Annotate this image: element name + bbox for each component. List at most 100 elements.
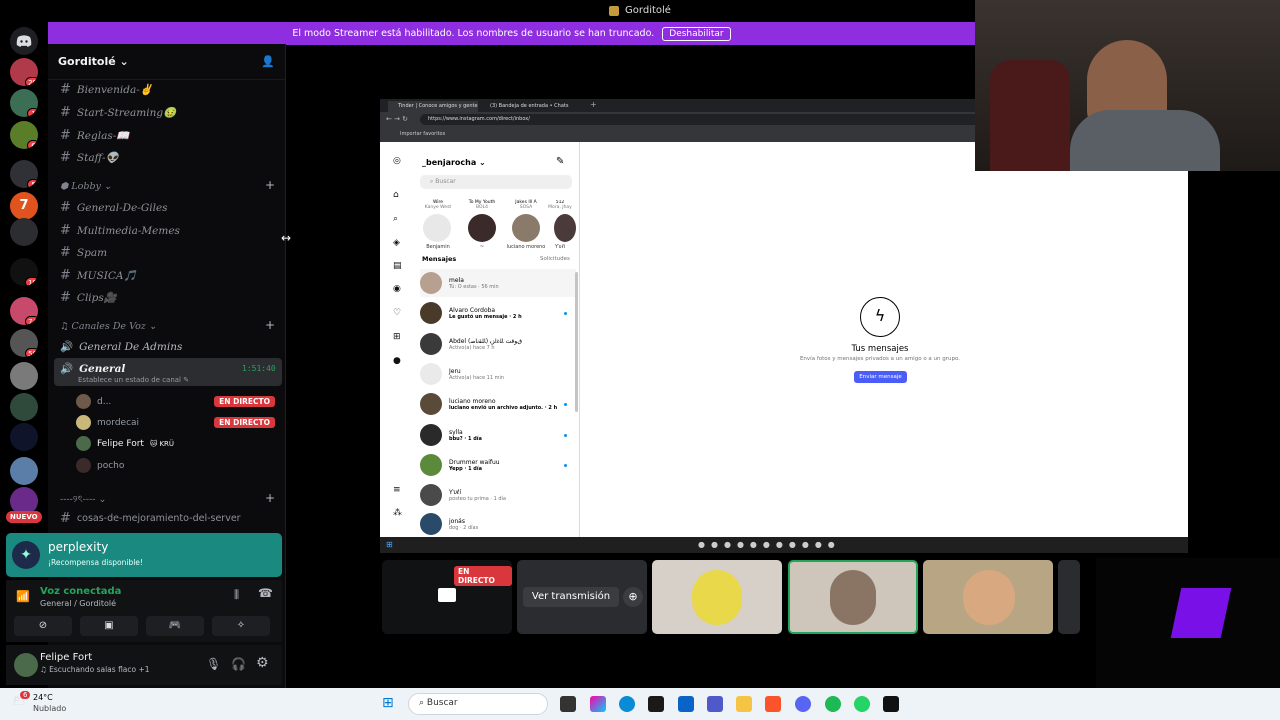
channel-item[interactable]: # Spam [60, 245, 107, 260]
channel-item[interactable]: # Reglas-📖 [60, 128, 129, 143]
server-icon[interactable] [10, 423, 38, 451]
create-icon[interactable]: ⊞ [393, 332, 401, 342]
profile-icon[interactable]: ● [393, 356, 401, 366]
voice-user[interactable]: pocho [76, 458, 124, 473]
category-misc[interactable]: ----୨ৎ---- ⌄ [60, 493, 106, 508]
microphone-icon[interactable]: 🎙 [206, 657, 221, 671]
perplexity-card[interactable]: ✦ perplexity ¡Recompensa disponible! [6, 533, 282, 577]
dm-item[interactable]: Abdel (ﺎﻠﻘﻧﺎﺻ) ﻕﻮﻗﺖ ﺎﻠﻏﺍﺰﻳ Activo(a) hace… [420, 330, 522, 358]
dm-item[interactable]: Drummer waifuu Yepp · 1 día [420, 451, 500, 479]
app-icon[interactable] [883, 696, 899, 712]
avatar[interactable] [423, 214, 451, 242]
category-voice[interactable]: ♫ Canales De Voz ⌄ [60, 321, 157, 332]
dm-item[interactable]: Jeru Activo(a) hace 11 min [420, 360, 504, 388]
stream-tile[interactable] [1058, 560, 1080, 634]
server-icon[interactable]: 19 [10, 258, 38, 286]
avatar[interactable] [14, 653, 38, 677]
channel-item[interactable]: # cosas-de-mejoramiento-del-server [60, 511, 241, 526]
outlook-icon[interactable] [678, 696, 694, 712]
category-lobby[interactable]: ⬢ Lobby ⌄ [60, 181, 112, 192]
nav-buttons[interactable]: ← → ↻ [386, 115, 408, 123]
brave-icon[interactable] [765, 696, 781, 712]
channel-item[interactable]: # Staff-👽 [60, 150, 119, 165]
dm-item[interactable]: luciano moreno luciano envió un archivo a… [420, 390, 557, 418]
voice-user[interactable]: mordecai [76, 415, 139, 430]
dm-item[interactable]: Ƴυℓí posteo tu prima · 1 día [420, 481, 506, 509]
new-tab-icon[interactable]: + [590, 100, 597, 109]
bookmark-item[interactable]: Importar favoritos [400, 131, 445, 137]
server-icon[interactable] [10, 218, 38, 246]
gear-icon[interactable]: ⚙ [256, 655, 269, 671]
add-stream-icon[interactable]: ⊕ [623, 587, 643, 607]
voice-user[interactable]: d... [76, 394, 111, 409]
voice-channel-general[interactable]: 🔊 General [60, 362, 125, 376]
disconnect-icon[interactable]: ☎ [258, 586, 273, 600]
compose-icon[interactable]: ✎ [556, 156, 564, 167]
stream-tile[interactable]: EN DIRECTO [382, 560, 512, 634]
dm-item[interactable]: Alvaro Cordoba Le gustó un mensaje · 2 h [420, 299, 522, 327]
scrollbar[interactable] [575, 272, 578, 412]
voice-channel-admins[interactable]: 🔊 General De Admins [60, 340, 182, 354]
explore-icon[interactable]: ◈ [393, 238, 400, 248]
add-member-icon[interactable]: 👤 [261, 55, 275, 68]
add-channel-icon[interactable]: + [265, 491, 275, 505]
browser-tab[interactable]: (3) Bandeja de entrada • Chats [480, 101, 580, 112]
server-icon[interactable]: 7 [10, 192, 38, 220]
dm-item[interactable]: jonás dog · 2 días [420, 510, 478, 538]
dm-item[interactable]: mela Tú: O estas · 56 min [420, 269, 576, 297]
voice-user[interactable]: Felipe Fort 🐱 KRÜ [76, 436, 174, 451]
channel-item[interactable]: # Multimedia-Memes [60, 223, 180, 238]
spotify-icon[interactable] [825, 696, 841, 712]
reels-icon[interactable]: ▤ [393, 261, 402, 271]
search-input[interactable]: ⌕ Buscar [420, 175, 572, 189]
menu-icon[interactable]: ≡ [393, 485, 401, 495]
voice-location[interactable]: General / Gorditolé [40, 599, 116, 608]
soundboard-button[interactable]: ✧ [212, 616, 270, 636]
activities-button[interactable]: 🎮 [146, 616, 204, 636]
watch-stream-button[interactable]: Ver transmisión [523, 587, 619, 607]
start-icon[interactable]: ⊞ [382, 695, 394, 711]
server-icon[interactable]: 5 [10, 160, 38, 188]
send-message-button[interactable]: Enviar mensaje [854, 371, 907, 383]
teams-icon[interactable] [707, 696, 723, 712]
avatar[interactable] [554, 214, 576, 242]
server-icon[interactable]: 29 [10, 58, 38, 86]
server-icon[interactable]: 1 [10, 89, 38, 117]
headphones-icon[interactable]: 🎧 [231, 657, 246, 671]
heart-icon[interactable]: ♡ [393, 308, 401, 318]
channel-status-hint[interactable]: Establece un estado de canal ✎ [78, 376, 189, 384]
instagram-icon[interactable]: ◎ [393, 156, 401, 166]
screen-share-button[interactable]: ▣ [80, 616, 138, 636]
browser-tab[interactable]: Tinder | Conoce amigos y gente [388, 101, 478, 112]
edge-icon[interactable] [619, 696, 635, 712]
whatsapp-icon[interactable] [854, 696, 870, 712]
copilot-icon[interactable] [590, 696, 606, 712]
discord-icon[interactable] [795, 696, 811, 712]
participant-tile[interactable] [652, 560, 782, 634]
dm-item[interactable]: sylla bbu? · 1 día [420, 421, 482, 449]
task-view-icon[interactable] [560, 696, 576, 712]
server-icon[interactable]: 74 [10, 297, 38, 325]
channel-item[interactable]: # General-De-Giles [60, 200, 168, 215]
threads-icon[interactable]: ⁂ [393, 508, 402, 518]
server-icon[interactable] [10, 362, 38, 390]
add-channel-icon[interactable]: + [265, 178, 275, 192]
avatar[interactable] [512, 214, 540, 242]
add-channel-icon[interactable]: + [265, 318, 275, 332]
ig-username[interactable]: _benjarocha ⌄ [422, 158, 486, 167]
server-icon[interactable] [10, 457, 38, 485]
camera-off-button[interactable]: ⊘ [14, 616, 72, 636]
store-icon[interactable] [648, 696, 664, 712]
folder-icon[interactable] [736, 696, 752, 712]
channel-item[interactable]: # Bienvenida-✌️ [60, 82, 153, 97]
home-icon[interactable]: ⌂ [393, 190, 399, 200]
stream-tile[interactable]: Ver transmisión ⊕ [517, 560, 647, 634]
avatar[interactable] [468, 214, 496, 242]
search-icon[interactable]: ⌕ [393, 214, 398, 224]
discord-home-icon[interactable] [10, 27, 38, 55]
user-name[interactable]: Felipe Fort [40, 652, 92, 663]
participant-tile[interactable] [923, 560, 1053, 634]
server-icon[interactable] [10, 393, 38, 421]
signal-icon[interactable]: 📶 [16, 590, 30, 603]
channel-item[interactable]: # Start-Streaming🤢 [60, 105, 176, 120]
